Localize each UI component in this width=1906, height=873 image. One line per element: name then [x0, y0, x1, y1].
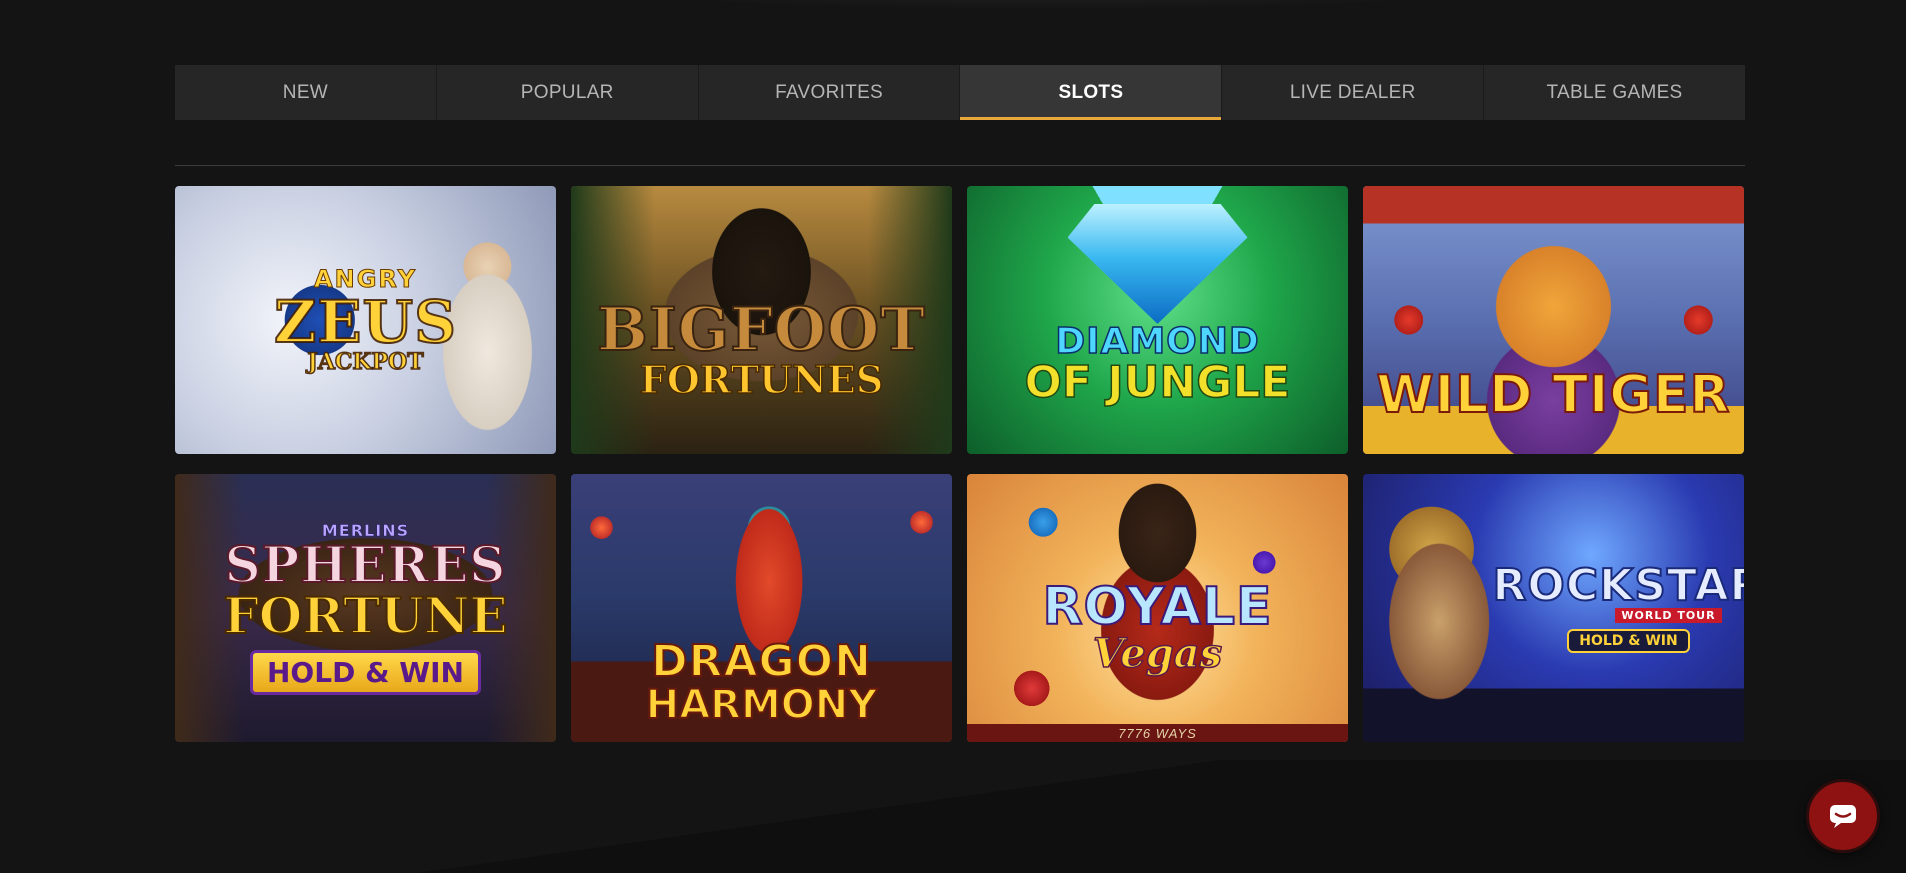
category-tabs: NEW POPULAR FAVORITES SLOTS LIVE DEALER …	[175, 65, 1745, 120]
game-subtitle: Vegas	[1092, 630, 1223, 677]
game-title: ROCKSTAR	[1492, 559, 1744, 611]
game-title: ROYALE	[1042, 577, 1273, 637]
game-tile-dragon-harmony[interactable]: DRAGON HARMONY	[571, 474, 952, 742]
game-subtitle: FORTUNE	[222, 585, 508, 645]
game-tile-wild-tiger[interactable]: WILD TIGER	[1363, 186, 1744, 454]
game-title: DIAMOND	[1054, 320, 1260, 362]
game-badge: HOLD & WIN	[1567, 628, 1690, 653]
game-tile-royale-vegas[interactable]: ROYALE Vegas 7776 WAYS	[967, 474, 1348, 742]
game-tile-spheres-of-fortune[interactable]: MERLINS SPHERES FORTUNE HOLD & WIN	[175, 474, 556, 742]
tab-slots[interactable]: SLOTS	[960, 65, 1223, 120]
game-title: DRAGON	[650, 636, 872, 687]
game-ways-strip: 7776 WAYS	[967, 724, 1348, 742]
game-badge: HOLD & WIN	[250, 650, 481, 696]
game-logo: ROCKSTAR WORLD TOUR HOLD & WIN	[1492, 559, 1744, 653]
section-divider	[175, 165, 1745, 166]
tab-live-dealer[interactable]: LIVE DEALER	[1222, 65, 1485, 120]
game-subtitle: WORLD TOUR	[1615, 607, 1722, 623]
game-subtitle: JACKPOT	[307, 349, 425, 376]
top-shadow	[600, 0, 1500, 10]
chat-button[interactable]	[1806, 779, 1880, 853]
game-subtitle: HARMONY	[645, 682, 878, 728]
tab-table-games[interactable]: TABLE GAMES	[1484, 65, 1745, 120]
game-title: ZEUS	[273, 288, 457, 357]
tab-new[interactable]: NEW	[175, 65, 437, 120]
game-tile-diamond-of-jungle[interactable]: DIAMOND OF JUNGLE	[967, 186, 1348, 454]
chat-icon	[1830, 805, 1856, 828]
game-title: WILD TIGER	[1375, 365, 1731, 425]
game-grid: ANGRY ZEUS JACKPOT BIGFOOT FORTUNES DIAM…	[175, 186, 1745, 742]
background-wedge	[0, 760, 1906, 873]
tab-favorites[interactable]: FAVORITES	[699, 65, 961, 120]
game-tile-bigfoot-fortunes[interactable]: BIGFOOT FORTUNES	[571, 186, 952, 454]
game-tile-angry-zeus-jackpot[interactable]: ANGRY ZEUS JACKPOT	[175, 186, 556, 454]
game-subtitle: FORTUNES	[639, 357, 884, 403]
tab-popular[interactable]: POPULAR	[437, 65, 699, 120]
game-title: BIGFOOT	[596, 295, 926, 366]
game-subtitle: OF JUNGLE	[1024, 356, 1291, 408]
game-title: SPHERES	[224, 534, 507, 594]
game-tile-rockstar-world-tour[interactable]: ROCKSTAR WORLD TOUR HOLD & WIN	[1363, 474, 1744, 742]
